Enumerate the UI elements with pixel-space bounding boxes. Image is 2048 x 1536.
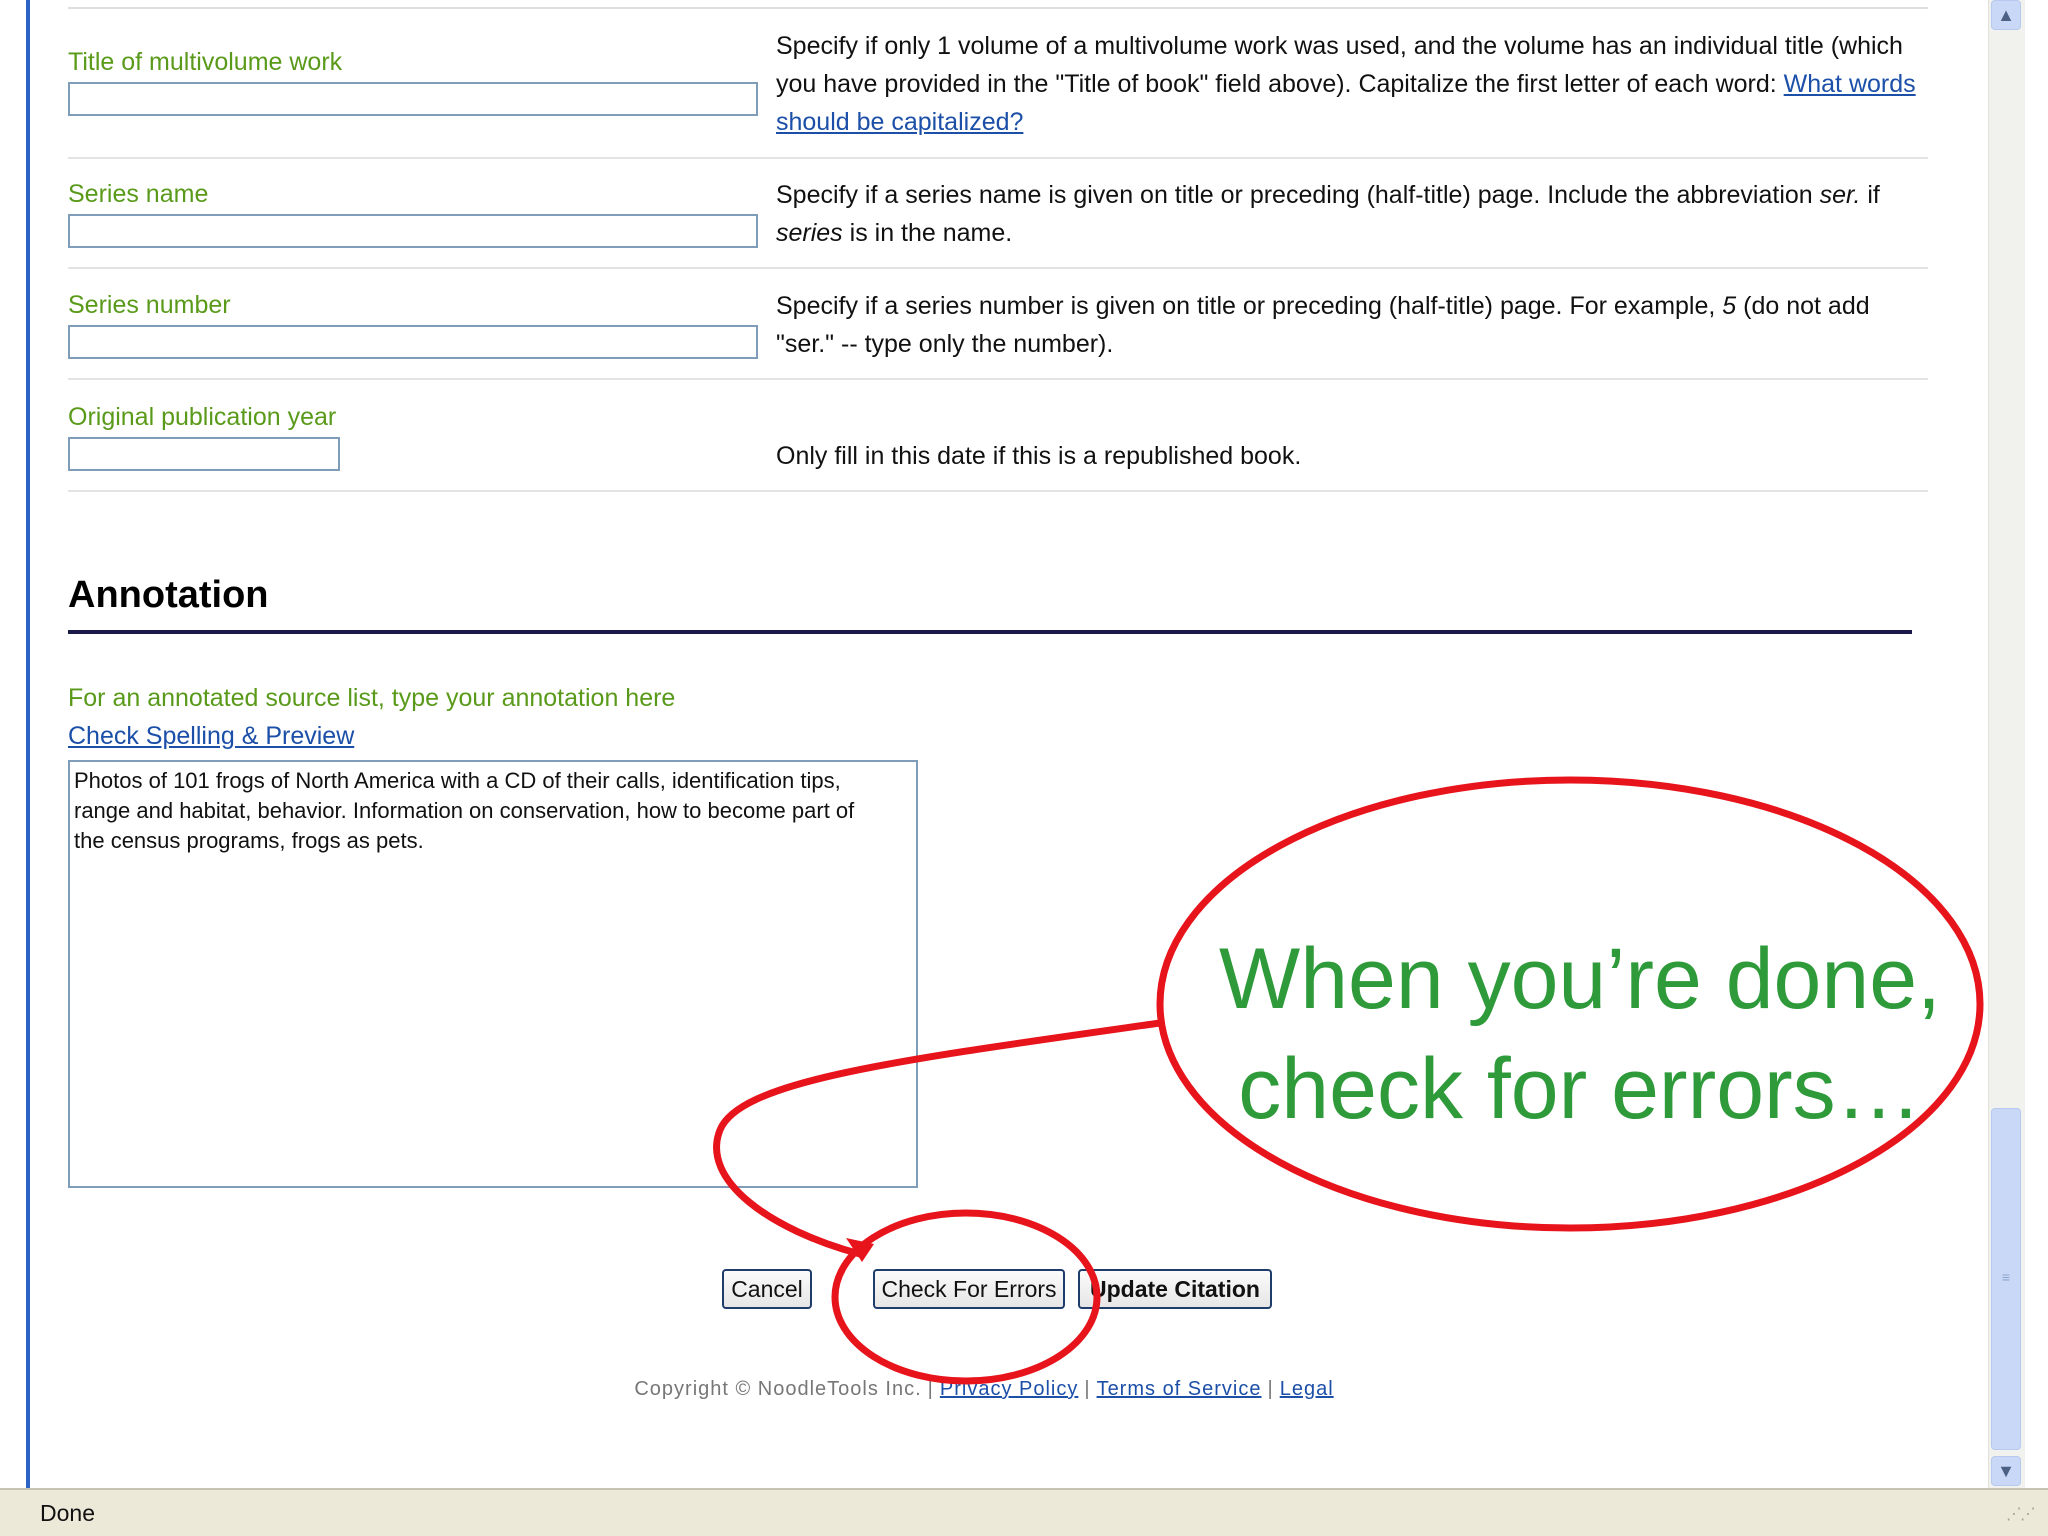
- annotation-textarea[interactable]: Photos of 101 frogs of North America wit…: [68, 760, 918, 1188]
- separator: |: [1084, 1378, 1091, 1400]
- help-text: is in the name.: [842, 219, 1013, 247]
- annotation-divider: [68, 630, 1912, 634]
- original-year-input[interactable]: [68, 437, 340, 471]
- field-row-series-name: Series name Specify if a series name is …: [68, 159, 1928, 269]
- callout-arrowhead: [846, 1238, 874, 1262]
- callout-text: When you’re done, check for errors…: [1160, 924, 2000, 1144]
- separator: |: [1267, 1378, 1274, 1400]
- resize-grip-icon[interactable]: ⋰⋰: [2006, 1504, 2036, 1524]
- terms-of-service-link[interactable]: Terms of Service: [1097, 1378, 1262, 1400]
- vertical-scrollbar[interactable]: ▲ ≡ ▼: [1988, 0, 2025, 1488]
- callout-line-1: When you’re done,: [1219, 931, 1941, 1027]
- help-text: Specify if a series name is given on tit…: [776, 181, 1820, 209]
- field-help-series-name: Specify if a series name is given on tit…: [776, 176, 1928, 252]
- check-for-errors-button[interactable]: Check For Errors: [873, 1269, 1065, 1309]
- chevron-up-icon[interactable]: ▲: [1991, 0, 2021, 30]
- callout-line-2: check for errors…: [1238, 1041, 1922, 1137]
- field-row-original-year: Original publication year Only fill in t…: [68, 380, 1928, 492]
- multivolume-title-input[interactable]: [68, 82, 758, 116]
- update-citation-button[interactable]: Update Citation: [1078, 1269, 1272, 1309]
- field-help-original-year: Only fill in this date if this is a repu…: [776, 442, 1302, 470]
- help-text: if: [1860, 181, 1880, 209]
- status-bar: Done ⋰⋰: [0, 1488, 2048, 1536]
- footer: Copyright © NoodleTools Inc. | Privacy Pol…: [0, 1378, 1968, 1401]
- legal-link[interactable]: Legal: [1280, 1378, 1334, 1400]
- chevron-down-icon[interactable]: ▼: [1991, 1456, 2021, 1486]
- field-help-series-number: Specify if a series number is given on t…: [776, 287, 1928, 363]
- separator: |: [927, 1378, 934, 1400]
- series-number-input[interactable]: [68, 325, 758, 359]
- privacy-policy-link[interactable]: Privacy Policy: [940, 1378, 1078, 1400]
- annotation-label: For an annotated source list, type your …: [68, 684, 676, 712]
- window-left-border: [26, 0, 30, 1490]
- field-label-series-name: Series name: [68, 180, 209, 208]
- status-text: Done: [40, 1500, 95, 1526]
- scrollbar-thumb[interactable]: ≡: [1991, 1108, 2021, 1450]
- copyright-text: Copyright © NoodleTools Inc.: [634, 1378, 922, 1400]
- field-label-multivolume-title: Title of multivolume work: [68, 48, 343, 76]
- field-label-series-number: Series number: [68, 291, 231, 319]
- field-help-multivolume-title: Specify if only 1 volume of a multivolum…: [776, 27, 1928, 141]
- field-row-series-number: Series number Specify if a series number…: [68, 269, 1928, 380]
- annotation-heading: Annotation: [68, 574, 269, 616]
- field-row-multivolume-title: Title of multivolume work Specify if onl…: [68, 9, 1928, 159]
- help-text: Specify if a series number is given on t…: [776, 292, 1723, 320]
- cancel-button[interactable]: Cancel: [722, 1269, 812, 1309]
- help-text-emphasis: series: [776, 219, 843, 247]
- series-name-input[interactable]: [68, 214, 758, 248]
- help-text-emphasis: ser.: [1819, 181, 1861, 209]
- help-text-emphasis: 5: [1722, 292, 1737, 320]
- help-text: Specify if only 1 volume of a multivolum…: [776, 32, 1903, 98]
- field-label-original-year: Original publication year: [68, 403, 337, 431]
- check-spelling-preview-link[interactable]: Check Spelling & Preview: [68, 722, 354, 751]
